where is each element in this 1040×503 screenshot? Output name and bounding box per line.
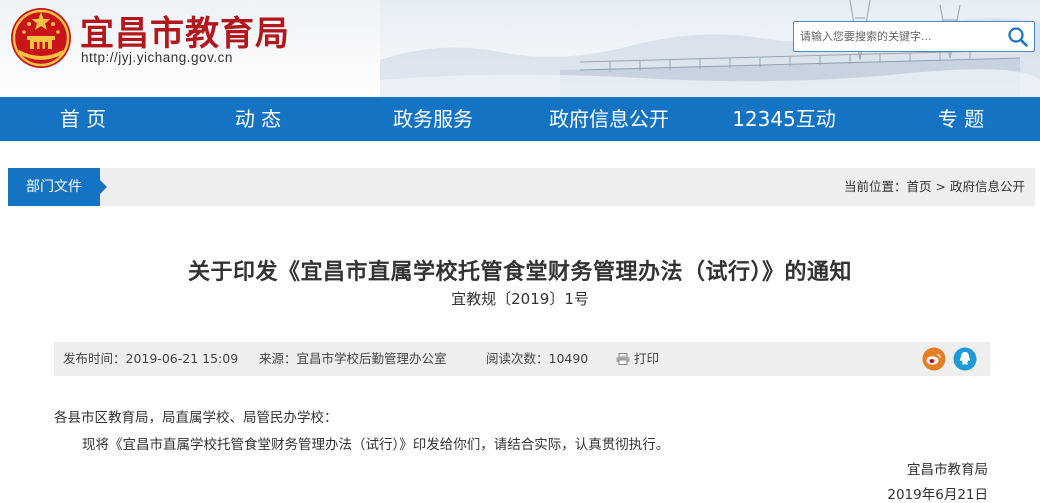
document-number: 宜教规〔2019〕1号 — [451, 290, 589, 308]
main-nav: 首 页 动 态 政务服务 政府信息公开 12345互动 专 题 — [0, 97, 1040, 141]
nav-item-home[interactable]: 首 页 — [28, 97, 138, 141]
signing-date: 2019年6月21日 — [887, 487, 988, 503]
signature: 宜昌市教育局 — [907, 462, 988, 478]
breadcrumb-home-link[interactable]: 首页 — [907, 179, 932, 194]
search-icon[interactable] — [1006, 25, 1030, 49]
section-tab-department-docs[interactable]: 部门文件 — [8, 168, 107, 206]
body-paragraph: 现将《宜昌市直属学校托管食堂财务管理办法（试行）》印发给你们，请结合实际，认真贯… — [82, 437, 670, 453]
qq-icon[interactable] — [953, 347, 977, 371]
breadcrumb-separator: > — [935, 179, 946, 194]
printer-icon — [616, 352, 630, 365]
print-label: 打印 — [634, 351, 660, 366]
breadcrumb: 当前位置：首页 > 政府信息公开 — [844, 168, 1025, 206]
site-url: http://jyj.yichang.gov.cn — [81, 50, 233, 65]
section-bar: 部门文件 当前位置：首页 > 政府信息公开 — [8, 168, 1035, 206]
article-meta-bar: 发布时间：2019-06-21 15:09 来源：宜昌市学校后勤管理办公室 阅读… — [54, 342, 990, 376]
weibo-icon[interactable] — [922, 347, 946, 371]
nav-item-topics[interactable]: 专 题 — [906, 97, 1016, 141]
article-source: 来源：宜昌市学校后勤管理办公室 — [259, 351, 447, 366]
breadcrumb-current-link[interactable]: 政府信息公开 — [950, 179, 1025, 194]
view-count: 阅读次数：10490 — [486, 351, 589, 366]
nav-item-news[interactable]: 动 态 — [203, 97, 313, 141]
nav-item-12345-interaction[interactable]: 12345互动 — [718, 97, 850, 141]
article-title: 关于印发《宜昌市直属学校托管食堂财务管理办法（试行）》的通知 — [187, 260, 852, 285]
nav-item-info-disclosure[interactable]: 政府信息公开 — [538, 97, 680, 141]
salutation: 各县市区教育局，局直属学校、局管民办学校： — [54, 410, 338, 426]
publish-time: 发布时间：2019-06-21 15:09 — [63, 351, 239, 366]
site-header: 宜昌市教育局 http://jyj.yichang.gov.cn — [0, 0, 1040, 97]
nav-item-services[interactable]: 政务服务 — [378, 97, 488, 141]
print-button[interactable]: 打印 — [616, 342, 659, 376]
search-box — [793, 21, 1035, 52]
breadcrumb-prefix: 当前位置： — [844, 179, 907, 194]
search-input[interactable] — [794, 22, 1004, 51]
national-emblem-icon — [11, 8, 71, 68]
site-title: 宜昌市教育局 — [80, 14, 290, 54]
